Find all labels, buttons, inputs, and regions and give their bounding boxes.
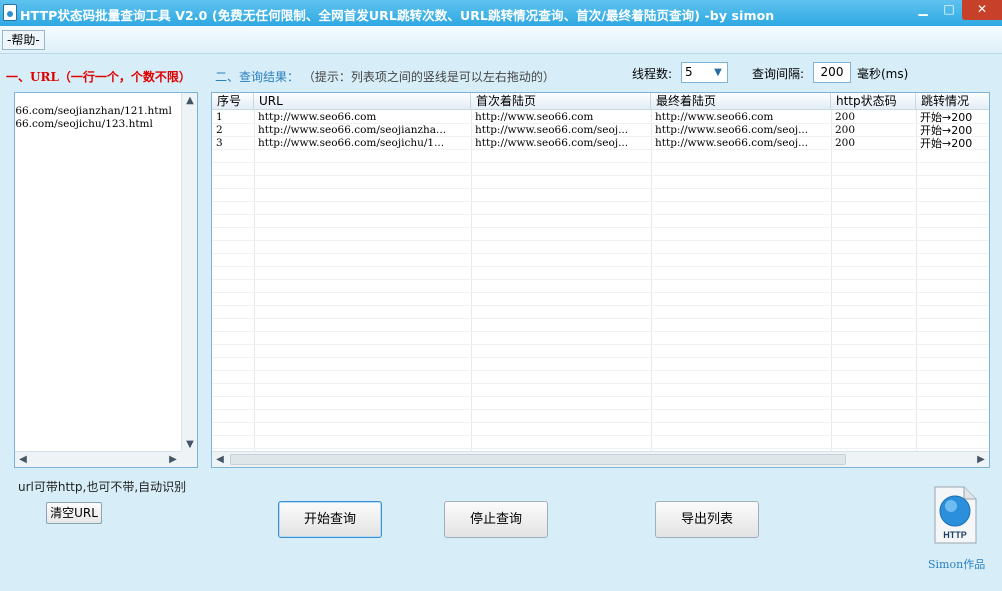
url-textarea[interactable]: o66.com/seojianzhan/121.html o66.com/seo… (14, 92, 198, 468)
interval-unit: 毫秒(ms) (857, 67, 909, 81)
scroll-thumb[interactable] (230, 454, 846, 465)
scroll-right-icon[interactable]: ▶ (973, 452, 989, 467)
row-divider (212, 188, 989, 189)
horizontal-scrollbar[interactable]: ◀ ▶ (15, 451, 181, 467)
http-icon-label: HTTP (943, 530, 967, 540)
row-divider (212, 201, 989, 202)
threads-value: 5 (685, 65, 693, 79)
table-cell[interactable]: http://www.seo66.com/seoj... (471, 137, 651, 150)
row-divider (212, 383, 989, 384)
threads-select[interactable]: 5 ▼ (681, 62, 728, 83)
url-line: o66.com/seojichu/123.html (14, 118, 153, 130)
table-cell[interactable]: 1 (212, 111, 254, 124)
interval-label: 查询间隔: (752, 67, 805, 81)
threads-label: 线程数: (632, 67, 673, 81)
http-globe-icon: HTTP (934, 486, 977, 544)
url-line: o66.com/seojianzhan/121.html (14, 105, 172, 117)
table-cell[interactable]: 开始→200 (916, 111, 989, 124)
row-divider (212, 240, 989, 241)
minimize-button[interactable]: ▁ (910, 0, 936, 20)
row-divider (212, 409, 989, 410)
scrollbar-corner (181, 451, 197, 467)
credit-label: Simon作品 (928, 558, 986, 571)
url-section-label: 一、URL（一行一个，个数不限） (6, 70, 191, 84)
table-cell[interactable]: http://www.seo66.com (651, 111, 831, 124)
table-cell[interactable]: 开始→200 (916, 124, 989, 137)
column-header-status[interactable]: http状态码 (831, 93, 916, 110)
table-cell[interactable]: 开始→200 (916, 137, 989, 150)
table-cell[interactable]: 200 (831, 137, 916, 150)
table-cell[interactable]: http://www.seo66.com (254, 111, 471, 124)
row-divider (212, 305, 989, 306)
results-title: 二、查询结果： (215, 70, 300, 84)
window-title: HTTP状态码批量查询工具 V2.0 (免费无任何限制、全网首发URL跳转次数、… (20, 8, 775, 23)
menu-help[interactable]: -帮助- (2, 30, 45, 50)
column-header-final-landing[interactable]: 最终着陆页 (651, 93, 831, 110)
results-section-label: 二、查询结果： （提示：列表项之间的竖线是可以左右拖动的） (215, 68, 555, 85)
grid-horizontal-scrollbar[interactable]: ◀ ▶ (212, 451, 989, 467)
chevron-down-icon: ▼ (714, 67, 722, 78)
row-divider (212, 266, 989, 267)
row-divider (212, 435, 989, 436)
row-divider (212, 214, 989, 215)
table-cell[interactable]: http://www.seo66.com/seoj... (471, 124, 651, 137)
scroll-right-icon[interactable]: ▶ (165, 452, 181, 467)
stop-query-button[interactable]: 停止查询 (444, 501, 548, 538)
title-bar[interactable]: HTTP状态码批量查询工具 V2.0 (免费无任何限制、全网首发URL跳转次数、… (0, 0, 1002, 26)
app-icon (3, 4, 17, 21)
vertical-scrollbar[interactable]: ▲ ▼ (181, 93, 197, 453)
row-divider (212, 253, 989, 254)
clear-url-button[interactable]: 清空URL (46, 502, 102, 524)
scroll-left-icon[interactable]: ◀ (212, 452, 228, 467)
table-cell[interactable]: http://www.seo66.com/seojichu/1... (254, 137, 471, 150)
row-divider (212, 318, 989, 319)
row-divider (212, 344, 989, 345)
menu-bar: -帮助- (0, 26, 1002, 54)
scroll-up-icon[interactable]: ▲ (182, 93, 197, 109)
column-header-redirect[interactable]: 跳转情况 (916, 93, 989, 110)
column-header-first-landing[interactable]: 首次着陆页 (471, 93, 651, 110)
table-cell[interactable]: 3 (212, 137, 254, 150)
row-divider (212, 448, 989, 449)
interval-input[interactable]: 200 (813, 62, 851, 83)
table-cell[interactable]: http://www.seo66.com/seojianzha... (254, 124, 471, 137)
table-cell[interactable]: 2 (212, 124, 254, 137)
results-grid[interactable]: 序号 URL 首次着陆页 最终着陆页 http状态码 跳转情况 1 http:/… (211, 92, 990, 468)
url-note: url可带http,也可不带,自动识别 (18, 480, 187, 494)
row-divider (212, 422, 989, 423)
column-header-index[interactable]: 序号 (212, 93, 254, 110)
column-header-url[interactable]: URL (254, 93, 471, 110)
row-divider (212, 227, 989, 228)
table-cell[interactable]: 200 (831, 124, 916, 137)
row-divider (212, 357, 989, 358)
row-divider (212, 331, 989, 332)
results-hint: （提示：列表项之间的竖线是可以左右拖动的） (302, 70, 555, 84)
table-cell[interactable]: http://www.seo66.com/seoj... (651, 124, 831, 137)
table-cell[interactable]: http://www.seo66.com (471, 111, 651, 124)
grid-header: 序号 URL 首次着陆页 最终着陆页 http状态码 跳转情况 (212, 93, 989, 110)
maximize-button[interactable]: □ (936, 0, 962, 20)
row-divider (212, 175, 989, 176)
table-cell[interactable]: 200 (831, 111, 916, 124)
row-divider (212, 292, 989, 293)
row-divider (212, 396, 989, 397)
close-button[interactable]: ✕ (962, 0, 1002, 20)
export-list-button[interactable]: 导出列表 (655, 501, 759, 538)
scroll-left-icon[interactable]: ◀ (15, 452, 31, 467)
start-query-button[interactable]: 开始查询 (278, 501, 382, 538)
table-cell[interactable]: http://www.seo66.com/seoj... (651, 137, 831, 150)
row-divider (212, 370, 989, 371)
row-divider (212, 162, 989, 163)
row-divider (212, 279, 989, 280)
